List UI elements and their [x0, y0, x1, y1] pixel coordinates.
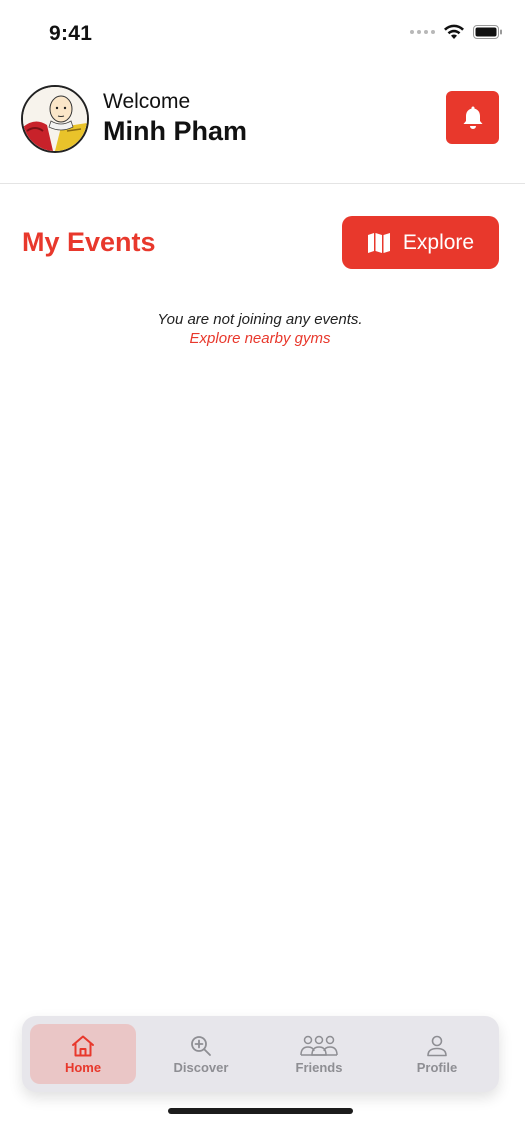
wifi-icon [444, 24, 464, 39]
signal-icon [410, 30, 435, 34]
empty-events-message: You are not joining any events. [157, 311, 363, 328]
explore-button[interactable]: Explore [342, 216, 499, 269]
home-indicator [168, 1108, 353, 1114]
avatar[interactable] [21, 85, 89, 153]
tab-profile[interactable]: Profile [384, 1024, 490, 1084]
tab-home-label: Home [64, 1059, 102, 1075]
tab-profile-label: Profile [416, 1059, 458, 1075]
friends-icon [300, 1035, 338, 1056]
header-divider [0, 183, 525, 184]
tab-discover[interactable]: Discover [148, 1024, 254, 1084]
tab-bar: Home Discover Friends Profile [22, 1016, 499, 1092]
tab-friends[interactable]: Friends [266, 1024, 372, 1084]
bell-icon [463, 106, 482, 129]
header: Welcome Minh Pham [0, 80, 525, 182]
tab-discover-label: Discover [173, 1059, 229, 1075]
my-events-title: My Events [22, 227, 156, 257]
profile-icon [427, 1035, 447, 1056]
home-icon [72, 1035, 94, 1056]
tab-friends-label: Friends [295, 1059, 343, 1075]
user-name: Minh Pham [103, 116, 248, 146]
avatar-image [23, 87, 87, 151]
status-time: 9:41 [49, 22, 93, 45]
tab-home[interactable]: Home [30, 1024, 136, 1084]
map-icon [367, 232, 390, 253]
welcome-text: Welcome [103, 90, 191, 113]
discover-icon [191, 1035, 211, 1056]
status-icons [410, 24, 503, 40]
notifications-button[interactable] [446, 91, 499, 144]
battery-icon [473, 25, 502, 39]
explore-nearby-gyms-link[interactable]: Explore nearby gyms [0, 330, 520, 347]
explore-label: Explore [402, 230, 475, 254]
status-bar: 9:41 [0, 0, 525, 66]
